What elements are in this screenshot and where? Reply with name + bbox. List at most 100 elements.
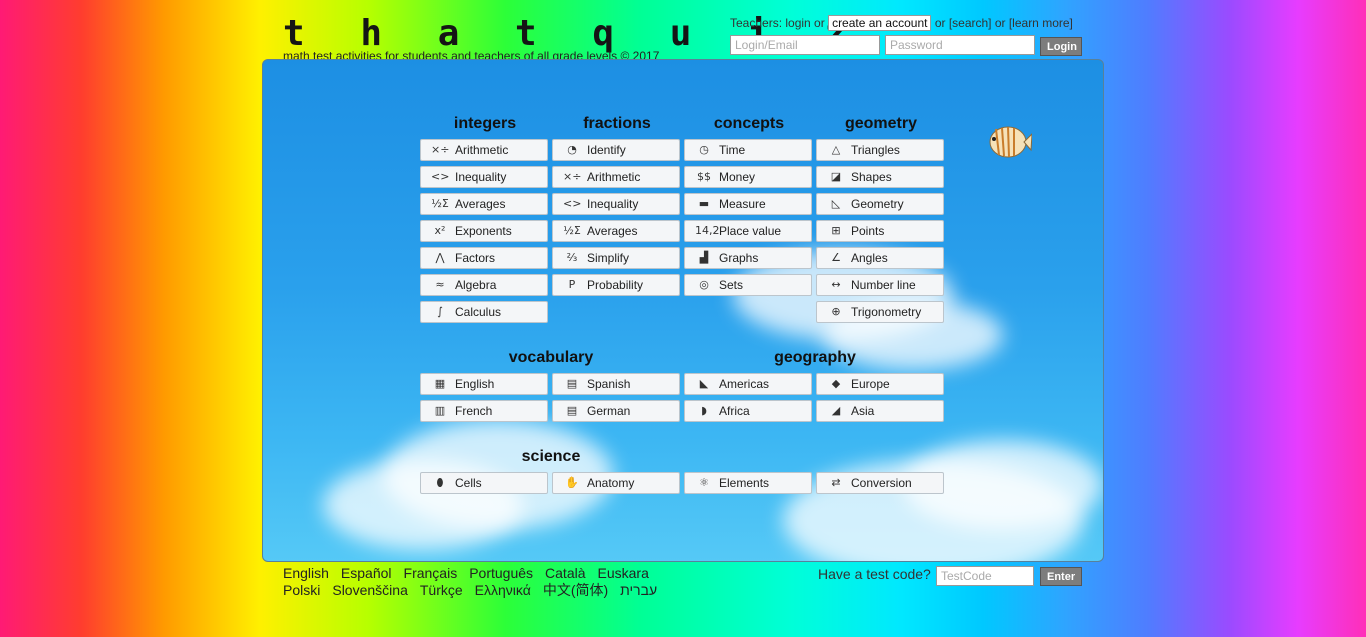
- exponents-icon: x²: [434, 224, 446, 237]
- angle-icon: ∠: [831, 251, 841, 264]
- fractions-inequality-button[interactable]: <> Inequality: [552, 193, 680, 215]
- create-account-link[interactable]: create an account: [828, 15, 932, 31]
- grid-points-icon: ⊞: [831, 224, 841, 237]
- integers-averages-button[interactable]: ½Σ Averages: [420, 193, 548, 215]
- geometry-shapes-button[interactable]: ◪ Shapes: [816, 166, 944, 188]
- geometry-triangles-button[interactable]: △ Triangles: [816, 139, 944, 161]
- concepts-sets-button[interactable]: ◎ Sets: [684, 274, 812, 296]
- integers-inequality-button[interactable]: <> Inequality: [420, 166, 548, 188]
- concepts-time-button[interactable]: ◷ Time: [684, 139, 812, 161]
- lang-espanol-link[interactable]: Español: [341, 565, 392, 581]
- fish-icon: [989, 126, 1032, 158]
- americas-map-icon: ◣: [699, 377, 709, 390]
- lang-francais-link[interactable]: Français: [404, 565, 458, 581]
- fractions-identify-button[interactable]: ◔ Identify: [552, 139, 680, 161]
- venn-icon: ◎: [699, 278, 709, 291]
- heading-science: science: [521, 448, 581, 465]
- lang-polski-link[interactable]: Polski: [283, 582, 320, 598]
- lang-portugues-link[interactable]: Português: [469, 565, 533, 581]
- shapes-icon: ◪: [830, 170, 842, 183]
- lang-hebrew-link[interactable]: עברית: [620, 582, 657, 598]
- language-links: English Español Français Português Català Eus…: [283, 565, 669, 599]
- language-row-1: English Español Français Português Català Eus…: [283, 565, 669, 582]
- arithmetic-icon: ×÷: [563, 170, 582, 183]
- averages-icon: ½Σ: [431, 197, 449, 210]
- fractions-arithmetic-button[interactable]: ×÷ Arithmetic: [552, 166, 680, 188]
- geometry-geometry-button[interactable]: ◺ Geometry: [816, 193, 944, 215]
- heading-fractions: fractions: [583, 115, 651, 132]
- heading-geometry: geometry: [844, 115, 918, 132]
- inequality-icon: <>: [431, 170, 450, 183]
- teachers-login-text[interactable]: Teachers: login or: [730, 16, 825, 30]
- averages-icon: ½Σ: [563, 224, 581, 237]
- fractions-simplify-button[interactable]: ⅔ Simplify: [552, 247, 680, 269]
- concepts-graphs-button[interactable]: ▟ Graphs: [684, 247, 812, 269]
- place-value-icon: 14,2: [695, 224, 720, 237]
- europe-map-icon: ◆: [831, 377, 841, 390]
- pie-icon: ◔: [567, 143, 577, 156]
- integers-factors-button[interactable]: ⋀ Factors: [420, 247, 548, 269]
- geography-africa-button[interactable]: ◗ Africa: [684, 400, 812, 422]
- lang-greek-link[interactable]: Ελληνικά: [475, 582, 531, 598]
- unit-circle-icon: ⊕: [831, 305, 841, 318]
- test-code-input[interactable]: [936, 566, 1034, 586]
- number-line-icon: ↔: [831, 278, 841, 291]
- integers-exponents-button[interactable]: x² Exponents: [420, 220, 548, 242]
- uk-flag-icon: ▦: [434, 377, 446, 390]
- science-conversion-button[interactable]: ⇄ Conversion: [816, 472, 944, 494]
- bar-chart-icon: ▟: [699, 251, 709, 264]
- geometry-points-button[interactable]: ⊞ Points: [816, 220, 944, 242]
- fractions-probability-button[interactable]: P Probability: [552, 274, 680, 296]
- arithmetic-icon: ×÷: [431, 143, 450, 156]
- integers-algebra-button[interactable]: ≈ Algebra: [420, 274, 548, 296]
- geometry-angles-button[interactable]: ∠ Angles: [816, 247, 944, 269]
- science-cells-button[interactable]: ⬮ Cells: [420, 472, 548, 494]
- simplify-icon: ⅔: [566, 251, 578, 264]
- geometry-trigonometry-button[interactable]: ⊕ Trigonometry: [816, 301, 944, 323]
- heading-geography: geography: [774, 349, 856, 366]
- concepts-place-value-button[interactable]: 14,2 Place value: [684, 220, 812, 242]
- ruler-icon: ▬: [698, 197, 710, 210]
- fractions-averages-button[interactable]: ½Σ Averages: [552, 220, 680, 242]
- login-email-input[interactable]: [730, 35, 880, 55]
- geography-europe-button[interactable]: ◆ Europe: [816, 373, 944, 395]
- geography-asia-button[interactable]: ◢ Asia: [816, 400, 944, 422]
- probability-icon: P: [568, 278, 576, 291]
- geometry-number-line-button[interactable]: ↔ Number line: [816, 274, 944, 296]
- lang-catala-link[interactable]: Català: [545, 565, 585, 581]
- money-icon: $$: [697, 170, 711, 183]
- lang-slovenscina-link[interactable]: Slovenščina: [332, 582, 408, 598]
- vocabulary-english-button[interactable]: ▦ English: [420, 373, 548, 395]
- lang-chinese-link[interactable]: 中文(简体): [543, 582, 608, 598]
- clock-icon: ◷: [699, 143, 709, 156]
- integers-arithmetic-button[interactable]: ×÷ Arithmetic: [420, 139, 548, 161]
- heading-concepts: concepts: [713, 115, 785, 132]
- africa-map-icon: ◗: [701, 404, 707, 417]
- integral-icon: ∫: [437, 305, 443, 318]
- geography-americas-button[interactable]: ◣ Americas: [684, 373, 812, 395]
- vocabulary-german-button[interactable]: ▤ German: [552, 400, 680, 422]
- main-panel: [262, 59, 1104, 562]
- science-anatomy-button[interactable]: ✋ Anatomy: [552, 472, 680, 494]
- vocabulary-french-button[interactable]: ▥ French: [420, 400, 548, 422]
- factors-icon: ⋀: [435, 251, 445, 264]
- inequality-icon: <>: [563, 197, 582, 210]
- integers-calculus-button[interactable]: ∫ Calculus: [420, 301, 548, 323]
- vocabulary-spanish-button[interactable]: ▤ Spanish: [552, 373, 680, 395]
- geometry-icon: ◺: [831, 197, 841, 210]
- enter-button[interactable]: Enter: [1040, 567, 1082, 586]
- france-flag-icon: ▥: [434, 404, 446, 417]
- lang-english-link[interactable]: English: [283, 565, 329, 581]
- germany-flag-icon: ▤: [566, 404, 578, 417]
- login-button[interactable]: Login: [1040, 37, 1082, 56]
- heading-vocabulary: vocabulary: [508, 349, 594, 366]
- lang-euskara-link[interactable]: Euskara: [598, 565, 649, 581]
- algebra-icon: ≈: [435, 278, 445, 291]
- search-learn-links[interactable]: or [search] or [learn more]: [935, 16, 1073, 30]
- hand-skeleton-icon: ✋: [565, 476, 579, 489]
- concepts-money-button[interactable]: $$ Money: [684, 166, 812, 188]
- password-input[interactable]: [885, 35, 1035, 55]
- science-elements-button[interactable]: ⚛ Elements: [684, 472, 812, 494]
- lang-turkce-link[interactable]: Türkçe: [420, 582, 463, 598]
- concepts-measure-button[interactable]: ▬ Measure: [684, 193, 812, 215]
